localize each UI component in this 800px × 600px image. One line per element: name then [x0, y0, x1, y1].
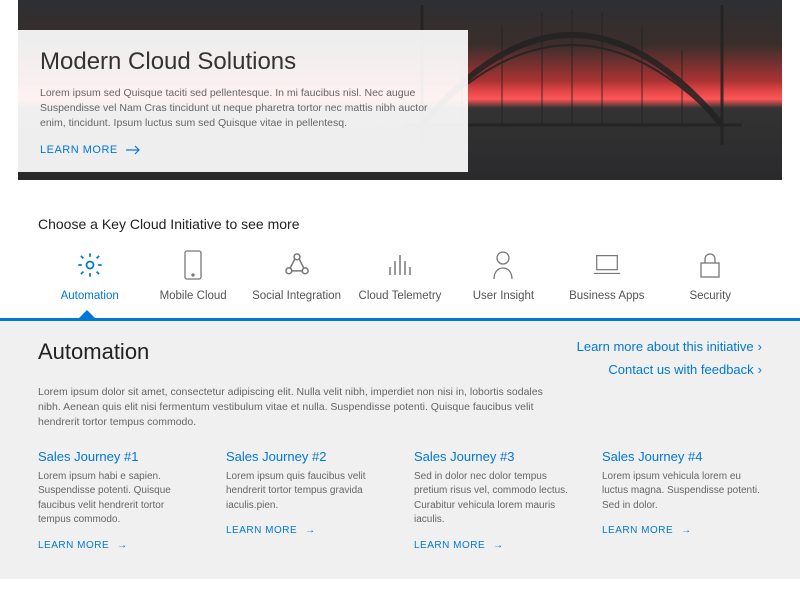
journey-card: Sales Journey #2 Lorem ipsum quis faucib… [226, 449, 386, 551]
detail-body: Lorem ipsum dolor sit amet, consectetur … [38, 385, 558, 431]
tab-label: Social Integration [252, 290, 341, 302]
tab-label: Mobile Cloud [160, 290, 227, 302]
journey-body: Lorem ipsum habi e sapien. Suspendisse p… [38, 470, 198, 528]
journey-body: Lorem ipsum vehicula lorem eu luctus mag… [602, 470, 762, 514]
hero-title: Modern Cloud Solutions [40, 48, 446, 76]
hero-body: Lorem ipsum sed Quisque taciti sed pelle… [40, 86, 446, 132]
arrow-right-icon: → [493, 540, 504, 551]
arrow-right-icon: → [305, 525, 316, 536]
laptop-icon [592, 250, 622, 280]
section-label: Choose a Key Cloud Initiative to see mor… [38, 216, 800, 232]
hero-learn-more-link[interactable]: LEARN MORE [40, 144, 142, 156]
journey-body: Lorem ipsum quis faucibus velit hendreri… [226, 470, 386, 514]
tab-cloud-telemetry[interactable]: Cloud Telemetry [348, 246, 451, 318]
journey-title: Sales Journey #1 [38, 449, 198, 464]
journey-learn-more-link[interactable]: LEARN MORE→ [38, 540, 128, 551]
hero-banner: Modern Cloud Solutions Lorem ipsum sed Q… [18, 0, 782, 180]
tab-label: User Insight [473, 290, 534, 302]
lock-icon [695, 250, 725, 280]
bars-icon [385, 250, 415, 280]
journey-card: Sales Journey #4 Lorem ipsum vehicula lo… [602, 449, 762, 551]
journey-learn-more-link[interactable]: LEARN MORE→ [602, 525, 692, 536]
journey-learn-more-link[interactable]: LEARN MORE→ [226, 525, 316, 536]
initiative-detail-panel: Automation Learn more about this initiat… [0, 321, 800, 579]
tab-mobile-cloud[interactable]: Mobile Cloud [141, 246, 244, 318]
initiative-tabs: Automation Mobile Cloud Social Integrati… [0, 246, 800, 318]
tab-label: Security [689, 290, 731, 302]
journey-title: Sales Journey #3 [414, 449, 574, 464]
contact-feedback-link[interactable]: Contact us with feedback› [577, 362, 762, 377]
tab-label: Cloud Telemetry [359, 290, 442, 302]
chevron-right-icon: › [758, 339, 762, 354]
tab-label: Business Apps [569, 290, 644, 302]
mobile-icon [178, 250, 208, 280]
learn-initiative-link[interactable]: Learn more about this initiative› [577, 339, 762, 354]
active-tab-caret-icon [78, 310, 96, 319]
user-icon [488, 250, 518, 280]
arrow-right-icon: → [117, 540, 128, 551]
journey-body: Sed in dolor nec dolor tempus pretium ri… [414, 470, 574, 528]
share-icon [282, 250, 312, 280]
detail-title: Automation [38, 339, 149, 365]
journey-card: Sales Journey #1 Lorem ipsum habi e sapi… [38, 449, 198, 551]
gear-icon [75, 250, 105, 280]
hero-card: Modern Cloud Solutions Lorem ipsum sed Q… [18, 30, 468, 172]
detail-side-links: Learn more about this initiative› Contac… [577, 339, 762, 385]
chevron-right-icon: › [758, 362, 762, 377]
journey-learn-more-link[interactable]: LEARN MORE→ [414, 540, 504, 551]
arrow-right-icon [126, 145, 142, 155]
journeys-row: Sales Journey #1 Lorem ipsum habi e sapi… [38, 449, 762, 551]
learn-more-label: LEARN MORE [40, 144, 118, 156]
tab-user-insight[interactable]: User Insight [452, 246, 555, 318]
tab-social-integration[interactable]: Social Integration [245, 246, 348, 318]
arrow-right-icon: → [681, 525, 692, 536]
journey-title: Sales Journey #2 [226, 449, 386, 464]
journey-card: Sales Journey #3 Sed in dolor nec dolor … [414, 449, 574, 551]
tab-label: Automation [61, 290, 119, 302]
journey-title: Sales Journey #4 [602, 449, 762, 464]
tab-business-apps[interactable]: Business Apps [555, 246, 658, 318]
tab-security[interactable]: Security [659, 246, 762, 318]
tab-automation[interactable]: Automation [38, 246, 141, 318]
